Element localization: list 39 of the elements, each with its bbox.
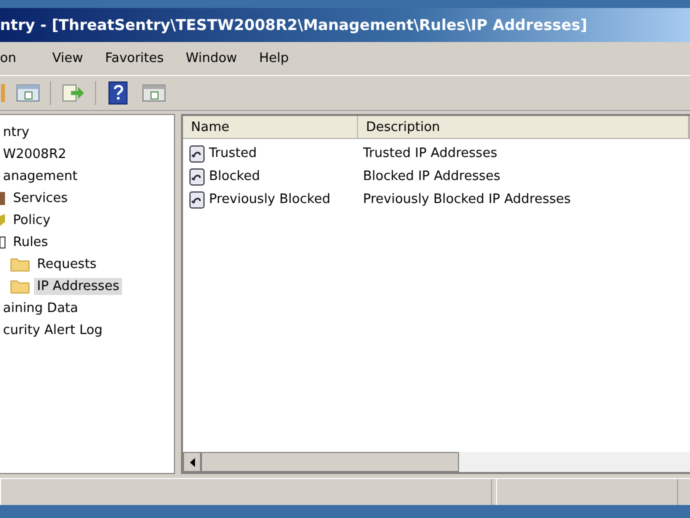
document-icon [189, 190, 205, 208]
policy-icon [0, 212, 6, 228]
tree-item[interactable]: IP Addresses [34, 278, 122, 294]
list-item-name[interactable]: Previously Blocked [209, 192, 330, 207]
column-header[interactable]: Description [358, 116, 689, 138]
tree-item[interactable]: curity Alert Log [0, 322, 106, 338]
window-pane-icon [16, 83, 40, 103]
menu-item[interactable]: on [0, 51, 28, 66]
scrollbar-thumb[interactable] [201, 452, 459, 472]
tree-item[interactable]: W2008R2 [0, 146, 70, 162]
menu-item[interactable]: Favorites [94, 51, 175, 66]
tree-item[interactable]: ntry [0, 124, 32, 140]
export-icon [61, 83, 85, 103]
menu-item[interactable]: View [41, 51, 94, 66]
folder-icon [10, 256, 30, 272]
tree-item[interactable]: Policy [10, 212, 54, 228]
window-pane-icon [142, 83, 166, 103]
menu-item[interactable]: Help [248, 51, 300, 66]
help-icon [108, 81, 128, 105]
list-item-name[interactable]: Blocked [209, 169, 260, 184]
tree-item[interactable]: anagement [0, 168, 80, 184]
left-arrow-icon [190, 458, 194, 466]
tree-item[interactable]: aining Data [0, 300, 82, 316]
menu-item[interactable]: Window [174, 51, 248, 66]
tree-item[interactable]: Services [10, 190, 71, 206]
toolbar-edge-icon [1, 84, 5, 102]
document-icon [189, 144, 205, 162]
list-item-description: Blocked IP Addresses [363, 169, 500, 184]
column-header[interactable]: Name [183, 116, 358, 138]
list-item-description: Trusted IP Addresses [363, 146, 498, 161]
server-icon [0, 190, 6, 206]
document-icon [189, 168, 205, 186]
list-item-name[interactable]: Trusted [209, 146, 257, 161]
tree-item[interactable]: Rules [10, 234, 52, 250]
folder-icon [10, 278, 30, 294]
window-title: ntry - [ThreatSentry\TESTW2008R2\Management\Rules\IP Addresses] [0, 16, 588, 34]
scroll-left-button[interactable] [183, 452, 201, 472]
list-item-description: Previously Blocked IP Addresses [363, 192, 571, 207]
tree-item[interactable]: Requests [34, 256, 100, 272]
